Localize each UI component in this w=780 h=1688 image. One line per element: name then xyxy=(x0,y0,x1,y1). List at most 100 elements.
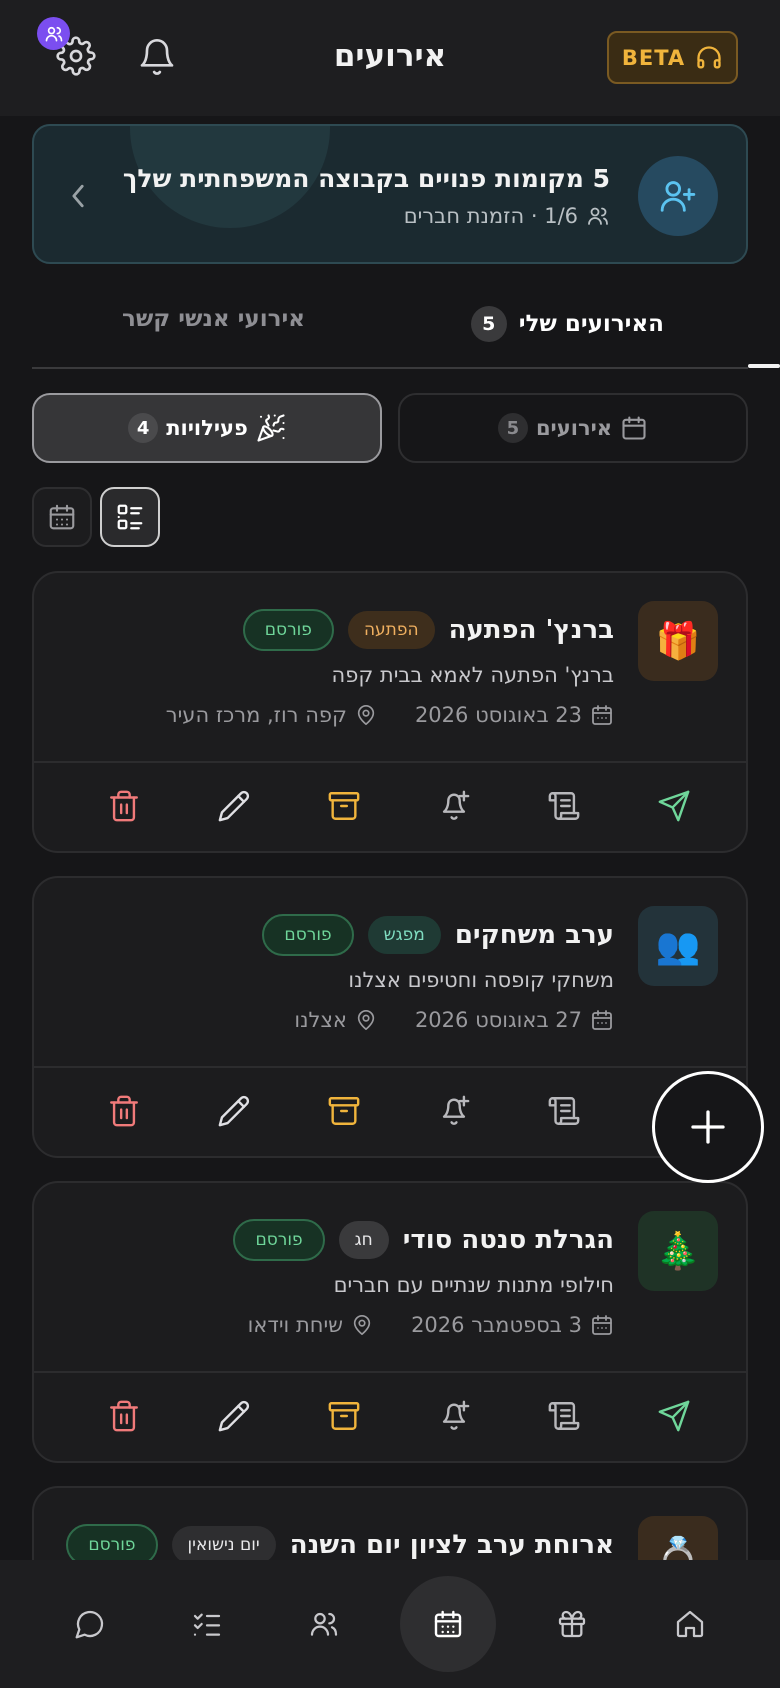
headset-icon xyxy=(697,45,721,68)
activity-card[interactable]: 🎁 ברנץ' הפתעה הפתעה פורסם ברנץ' הפתעה לא… xyxy=(32,571,748,853)
activity-meta: 27 באוגוסט 2026 אצלנו xyxy=(294,1008,614,1032)
chevron-left-icon xyxy=(68,182,88,210)
activity-date: 3 בספטמבר 2026 xyxy=(411,1313,582,1337)
calendar-icon xyxy=(592,1010,612,1030)
banner-title: 5 מקומות פנויים בקבוצה המשפחתית שלך xyxy=(122,164,610,193)
send-icon xyxy=(658,1400,690,1432)
activity-meta: 23 באוגוסט 2026 קפה רוז, מרכז העיר xyxy=(166,703,614,727)
segment-count: 5 xyxy=(497,413,528,443)
plus-icon xyxy=(691,1110,725,1144)
nav-home[interactable] xyxy=(666,1600,714,1648)
activity-card[interactable]: 🎄 הגרלת סנטה סודי חג פורסם חילופי מתנות … xyxy=(32,1181,748,1463)
scroll-button[interactable] xyxy=(539,1391,589,1441)
calendar-icon xyxy=(622,416,646,440)
archive-button[interactable] xyxy=(319,1391,369,1441)
trash-icon xyxy=(110,1095,138,1127)
map-pin-icon xyxy=(357,1010,375,1030)
list-icon xyxy=(117,504,143,530)
bell-plus-icon xyxy=(442,1400,470,1430)
status-badge: פורסם xyxy=(242,609,334,651)
activity-title: הגרלת סנטה סודי xyxy=(402,1225,614,1255)
bell-plus-icon xyxy=(442,1095,470,1125)
scroll-icon xyxy=(548,1097,580,1125)
beta-support-button[interactable]: BETA xyxy=(607,31,738,84)
pencil-button[interactable] xyxy=(209,1391,259,1441)
pencil-button[interactable] xyxy=(209,781,259,831)
activity-title: ברנץ' הפתעה xyxy=(448,615,614,645)
calendar-grid-icon xyxy=(49,504,75,530)
nav-contacts[interactable] xyxy=(300,1600,348,1648)
activity-meta: 3 בספטמבר 2026 שיחת וידאו xyxy=(248,1313,614,1337)
category-chip: חג xyxy=(338,1221,389,1259)
beta-label: BETA xyxy=(621,45,686,70)
scroll-button[interactable] xyxy=(539,1086,589,1136)
activity-description: משחקי קופסה וחטיפים אצלנו xyxy=(348,968,614,992)
pencil-icon xyxy=(218,1095,250,1127)
pencil-icon xyxy=(218,1400,250,1432)
activity-location: אצלנו xyxy=(294,1008,347,1032)
invite-banner[interactable]: 5 מקומות פנויים בקבוצה המשפחתית שלך 1/6 … xyxy=(32,124,748,264)
bell-plus-button[interactable] xyxy=(429,1391,479,1441)
home-icon xyxy=(676,1610,704,1638)
tasks-icon xyxy=(193,1613,221,1636)
card-divider xyxy=(34,1066,746,1068)
bell-plus-icon xyxy=(442,790,470,820)
activity-date: 27 באוגוסט 2026 xyxy=(414,1008,582,1032)
archive-icon xyxy=(328,1097,360,1125)
scroll-button[interactable] xyxy=(539,781,589,831)
map-pin-icon xyxy=(357,705,375,725)
tab-contacts-events[interactable]: אירועי אנשי קשר xyxy=(122,306,305,332)
contacts-icon xyxy=(310,1612,338,1636)
segment-activities[interactable]: פעילויות 4 xyxy=(32,393,382,463)
chat-icon xyxy=(75,1610,104,1639)
user-plus-icon xyxy=(660,181,696,212)
activity-description: ברנץ' הפתעה לאמא בבית קפה xyxy=(331,663,615,687)
trash-button[interactable] xyxy=(99,1086,149,1136)
segment-count: 4 xyxy=(128,413,159,443)
tab-count-badge: 5 xyxy=(470,306,507,342)
activity-date: 23 באוגוסט 2026 xyxy=(414,703,582,727)
nav-events[interactable] xyxy=(400,1576,496,1672)
banner-subtitle: 1/6 · הזמנת חברים xyxy=(404,204,610,228)
tabs-divider xyxy=(32,367,748,369)
active-tab-indicator xyxy=(748,364,780,368)
trash-icon xyxy=(110,790,138,822)
party-popper-icon xyxy=(257,414,285,442)
calendar-icon xyxy=(434,1610,462,1638)
nav-tasks[interactable] xyxy=(183,1600,231,1648)
send-icon xyxy=(658,790,690,822)
archive-icon xyxy=(328,1402,360,1430)
activity-emoji-icon: 🎄 xyxy=(638,1211,718,1291)
map-pin-icon xyxy=(353,1315,371,1335)
activity-title: ארוחת ערב לציון יום השנה xyxy=(289,1530,614,1560)
segment-events[interactable]: אירועים 5 xyxy=(398,393,748,463)
activity-location: שיחת וידאו xyxy=(247,1313,344,1337)
nav-gifts[interactable] xyxy=(548,1600,596,1648)
activity-emoji-icon: 👥 xyxy=(638,906,718,986)
trash-button[interactable] xyxy=(99,1391,149,1441)
bell-plus-button[interactable] xyxy=(429,1086,479,1136)
activity-title: ערב משחקים xyxy=(454,920,614,950)
calendar-icon xyxy=(592,705,612,725)
gift-icon xyxy=(558,1610,586,1638)
category-chip: יום נישואין xyxy=(171,1526,276,1564)
send-button[interactable] xyxy=(649,1391,699,1441)
pencil-button[interactable] xyxy=(209,1086,259,1136)
activity-card[interactable]: 👥 ערב משחקים מפגש פורסם משחקי קופסה וחטי… xyxy=(32,876,748,1158)
archive-icon xyxy=(328,792,360,820)
archive-button[interactable] xyxy=(319,1086,369,1136)
calendar-view-button[interactable] xyxy=(32,487,92,547)
bell-plus-button[interactable] xyxy=(429,781,479,831)
trash-button[interactable] xyxy=(99,781,149,831)
archive-button[interactable] xyxy=(319,781,369,831)
category-chip: מפגש xyxy=(367,916,441,954)
send-button[interactable] xyxy=(649,781,699,831)
nav-chat[interactable] xyxy=(66,1600,114,1648)
add-activity-button[interactable] xyxy=(652,1071,764,1183)
scroll-icon xyxy=(548,1402,580,1430)
activity-location: קפה רוז, מרכז העיר xyxy=(165,703,347,727)
calendar-icon xyxy=(592,1315,612,1335)
bottom-nav xyxy=(0,1560,780,1688)
list-view-button[interactable] xyxy=(100,487,160,547)
tab-my-events[interactable]: האירועים שלי 5 xyxy=(470,306,664,342)
